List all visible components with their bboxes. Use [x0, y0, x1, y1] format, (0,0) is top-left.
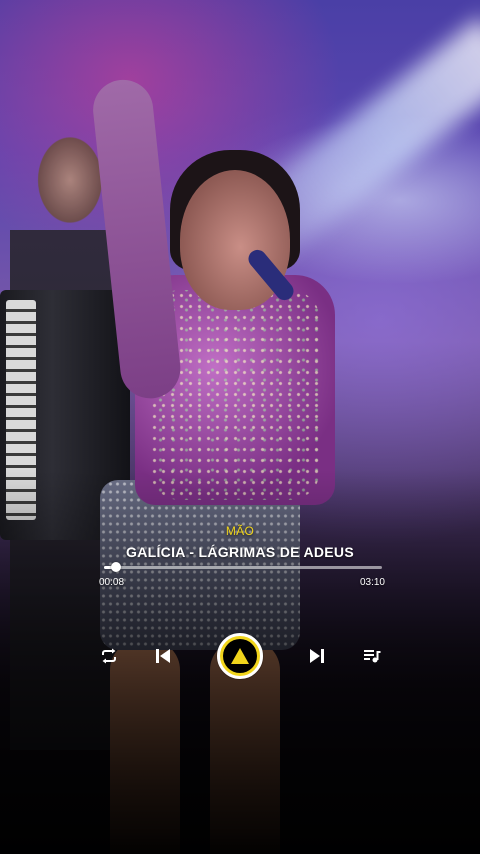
elapsed-time: 00:08: [99, 577, 125, 588]
repeat-icon: [102, 648, 116, 664]
next-button[interactable]: [305, 644, 329, 668]
play-triangle-icon: [231, 648, 249, 664]
play-button[interactable]: [217, 633, 263, 679]
progress-bar[interactable]: [104, 562, 382, 572]
play-button-inner: [223, 639, 257, 673]
progress-thumb[interactable]: [110, 562, 121, 572]
previous-button[interactable]: [151, 644, 175, 668]
skip-next-icon: [310, 649, 324, 663]
queue-button[interactable]: [360, 644, 384, 668]
playback-controls: [0, 630, 480, 682]
track-title: GALÍCIA - LÁGRIMAS DE ADEUS: [126, 544, 354, 560]
music-player-overlay: MÃO GALÍCIA - LÁGRIMAS DE ADEUS 00:08 03…: [0, 0, 480, 854]
total-time: 03:10: [359, 577, 385, 588]
skip-previous-icon: [156, 649, 170, 663]
playlist-queue-icon: [364, 650, 381, 663]
artist-name: MÃO: [225, 524, 255, 538]
repeat-button[interactable]: [97, 644, 121, 668]
